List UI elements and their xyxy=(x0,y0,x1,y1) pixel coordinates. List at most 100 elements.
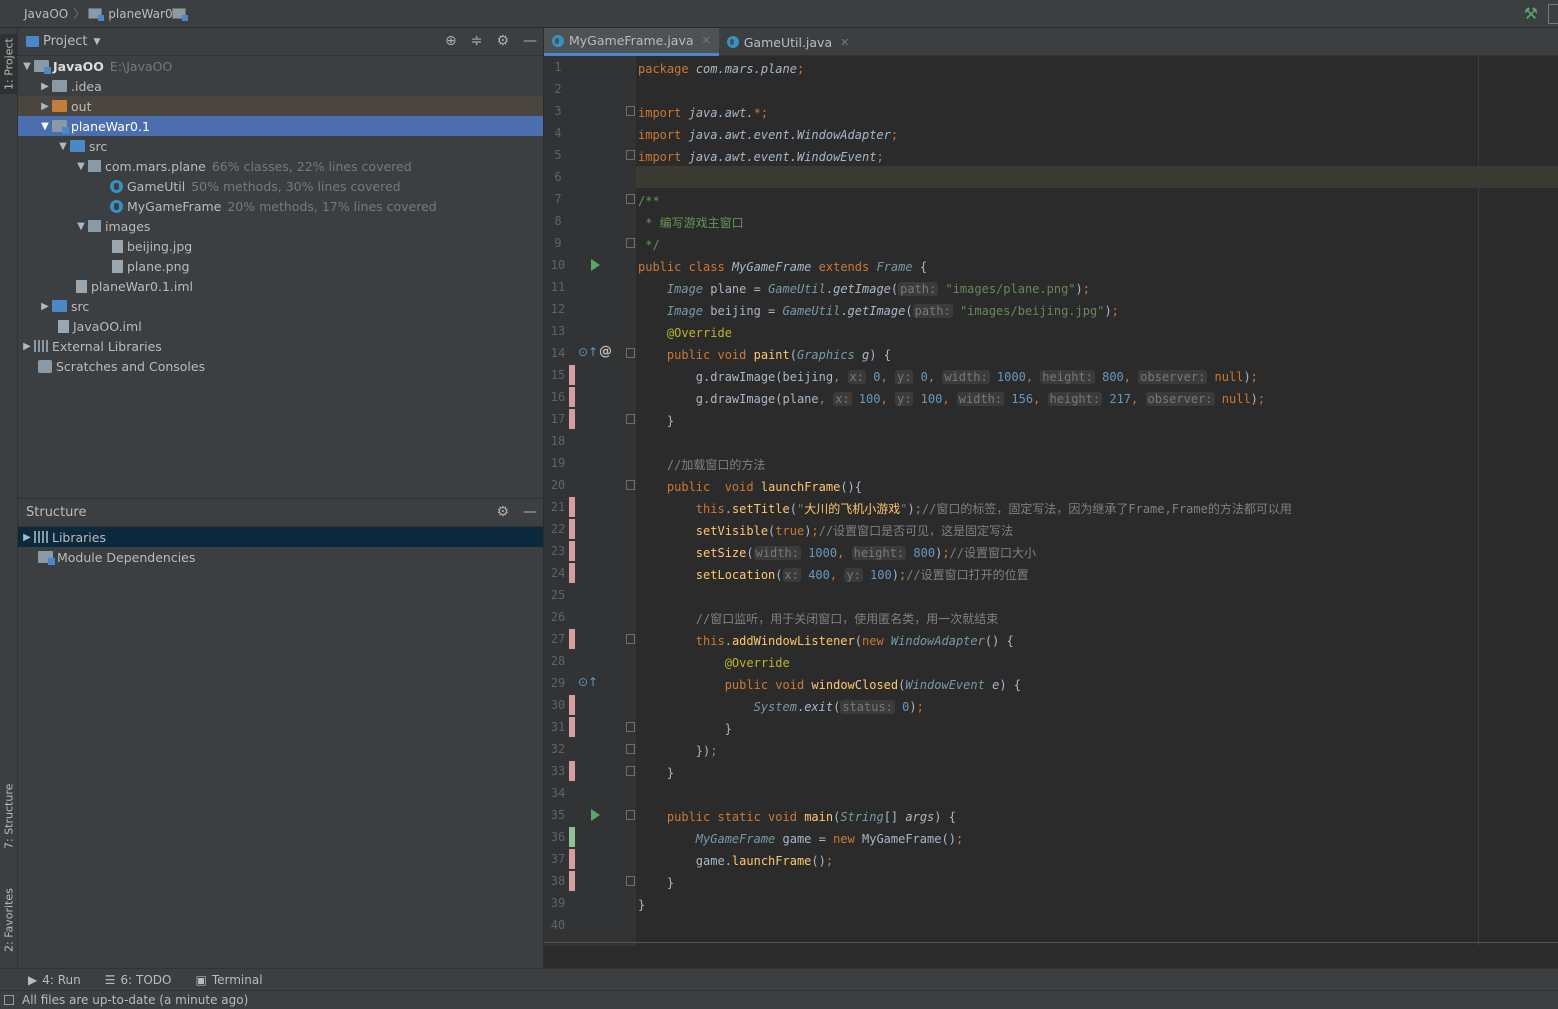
line-number[interactable]: 12 xyxy=(544,298,572,320)
change-marker[interactable] xyxy=(569,497,575,517)
change-marker[interactable] xyxy=(569,387,575,407)
line-number[interactable]: 1 xyxy=(544,56,572,78)
minimize-icon[interactable]: — xyxy=(523,504,537,520)
breadcrumb-root[interactable]: JavaOO xyxy=(6,7,104,21)
collapse-arrow-icon[interactable]: ▶ xyxy=(38,101,52,112)
tree-item[interactable]: ▼ src xyxy=(18,136,543,156)
line-number[interactable]: 32 xyxy=(544,738,572,760)
line-number[interactable]: 40 xyxy=(544,914,572,936)
change-marker[interactable] xyxy=(569,563,575,583)
line-number[interactable]: 18 xyxy=(544,430,572,452)
tree-item[interactable]: ▼ JavaOO E:\JavaOO xyxy=(18,56,543,76)
line-number[interactable]: 24 xyxy=(544,562,572,584)
fold-marker-icon[interactable] xyxy=(626,414,635,424)
line-number[interactable]: 39 xyxy=(544,892,572,914)
fold-marker-icon[interactable] xyxy=(626,348,635,358)
code-editor[interactable]: 1 2 3 4 5 6 7 8 9 10 11 12 13 14 15 16 17 18 19 20 21 22 23 24 2… xyxy=(544,56,1558,968)
tab-project[interactable]: 1: Project xyxy=(0,34,18,94)
line-number[interactable]: 35 xyxy=(544,804,572,826)
line-number[interactable]: 33 xyxy=(544,760,572,782)
tree-item[interactable]: ▼ com.mars.plane 66% classes, 22% lines co… xyxy=(18,156,543,176)
line-number[interactable]: 19 xyxy=(544,452,572,474)
change-marker[interactable] xyxy=(569,365,575,385)
change-marker[interactable] xyxy=(569,519,575,539)
line-number[interactable]: 38 xyxy=(544,870,572,892)
line-number[interactable]: 25 xyxy=(544,584,572,606)
line-number[interactable]: 14 xyxy=(544,342,572,364)
fold-marker-icon[interactable] xyxy=(626,150,635,160)
line-number[interactable]: 29 xyxy=(544,672,572,694)
change-marker[interactable] xyxy=(569,849,575,869)
collapse-arrow-icon[interactable]: ▶ xyxy=(38,81,52,92)
tree-item[interactable]: planeWar0.1.iml xyxy=(18,276,543,296)
line-number[interactable]: 3 xyxy=(544,100,572,122)
tree-item[interactable]: GameUtil 50% methods, 30% lines covered xyxy=(18,176,543,196)
tree-item[interactable]: MyGameFrame 20% methods, 17% lines covere… xyxy=(18,196,543,216)
close-icon[interactable]: ✕ xyxy=(840,36,849,49)
line-number[interactable]: 26 xyxy=(544,606,572,628)
line-number[interactable]: 8 xyxy=(544,210,572,232)
annotation-icon[interactable]: @ xyxy=(599,344,612,359)
change-marker[interactable] xyxy=(569,629,575,649)
tab-gameutil[interactable]: GameUtil.java ✕ xyxy=(719,28,858,56)
tree-item[interactable]: ▶ External Libraries xyxy=(18,336,543,356)
fold-marker-icon[interactable] xyxy=(626,810,635,820)
line-number[interactable]: 15 xyxy=(544,364,572,386)
collapse-arrow-icon[interactable]: ▶ xyxy=(38,301,52,312)
expand-arrow-icon[interactable]: ▼ xyxy=(74,221,88,232)
line-number[interactable]: 6 xyxy=(544,166,572,188)
fold-marker-icon[interactable] xyxy=(626,766,635,776)
run-gutter-icon[interactable] xyxy=(591,809,600,821)
line-number[interactable]: 13 xyxy=(544,320,572,342)
line-number[interactable]: 23 xyxy=(544,540,572,562)
collapse-arrow-icon[interactable]: ▶ xyxy=(20,532,34,543)
line-number[interactable]: 21 xyxy=(544,496,572,518)
tree-item[interactable]: ▼ images xyxy=(18,216,543,236)
fold-marker-icon[interactable] xyxy=(626,194,635,204)
tab-favorites[interactable]: 2: Favorites xyxy=(0,880,18,960)
line-number[interactable]: 37 xyxy=(544,848,572,870)
collapse-all-icon[interactable]: ≑ xyxy=(471,33,483,49)
line-number[interactable]: 22 xyxy=(544,518,572,540)
line-number[interactable]: 28 xyxy=(544,650,572,672)
run-config-button[interactable] xyxy=(1548,4,1558,24)
build-hammer-icon[interactable]: ⚒ xyxy=(1524,4,1538,23)
tree-item[interactable]: ▶ out xyxy=(18,96,543,116)
run-tab[interactable]: ▶ 4: Run xyxy=(28,973,81,987)
tree-item[interactable]: plane.png xyxy=(18,256,543,276)
structure-item-module-deps[interactable]: Module Dependencies xyxy=(18,547,543,567)
fold-marker-icon[interactable] xyxy=(626,722,635,732)
close-icon[interactable]: ✕ xyxy=(702,34,711,47)
line-number[interactable]: 20 xyxy=(544,474,572,496)
change-marker[interactable] xyxy=(569,409,575,429)
expand-arrow-icon[interactable]: ▼ xyxy=(56,141,70,152)
change-marker[interactable] xyxy=(569,871,575,891)
fold-marker-icon[interactable] xyxy=(626,106,635,116)
fold-marker-icon[interactable] xyxy=(626,634,635,644)
gear-icon[interactable]: ⚙ xyxy=(496,33,509,49)
toggle-tool-windows-icon[interactable] xyxy=(4,995,14,1005)
change-marker[interactable] xyxy=(569,541,575,561)
tree-item[interactable]: beijing.jpg xyxy=(18,236,543,256)
line-number[interactable]: 36 xyxy=(544,826,572,848)
expand-arrow-icon[interactable]: ▼ xyxy=(38,121,52,132)
fold-marker-icon[interactable] xyxy=(626,744,635,754)
tree-item[interactable]: ▼ planeWar0.1 xyxy=(18,116,543,136)
line-number[interactable]: 2 xyxy=(544,78,572,100)
project-panel-title[interactable]: Project xyxy=(43,34,87,49)
terminal-tab[interactable]: ▣ Terminal xyxy=(195,973,262,987)
line-number[interactable]: 16 xyxy=(544,386,572,408)
line-number[interactable]: 4 xyxy=(544,122,572,144)
structure-item-libraries[interactable]: ▶ Libraries xyxy=(18,527,543,547)
fold-marker-icon[interactable] xyxy=(626,238,635,248)
change-marker[interactable] xyxy=(569,695,575,715)
added-marker[interactable] xyxy=(569,827,575,847)
run-gutter-icon[interactable] xyxy=(591,259,600,271)
chevron-down-icon[interactable]: ▼ xyxy=(93,37,100,47)
minimize-icon[interactable]: — xyxy=(523,33,537,49)
line-number[interactable]: 5 xyxy=(544,144,572,166)
line-number[interactable]: 31 xyxy=(544,716,572,738)
change-marker[interactable] xyxy=(569,717,575,737)
expand-arrow-icon[interactable]: ▼ xyxy=(20,61,34,72)
fold-marker-icon[interactable] xyxy=(626,480,635,490)
